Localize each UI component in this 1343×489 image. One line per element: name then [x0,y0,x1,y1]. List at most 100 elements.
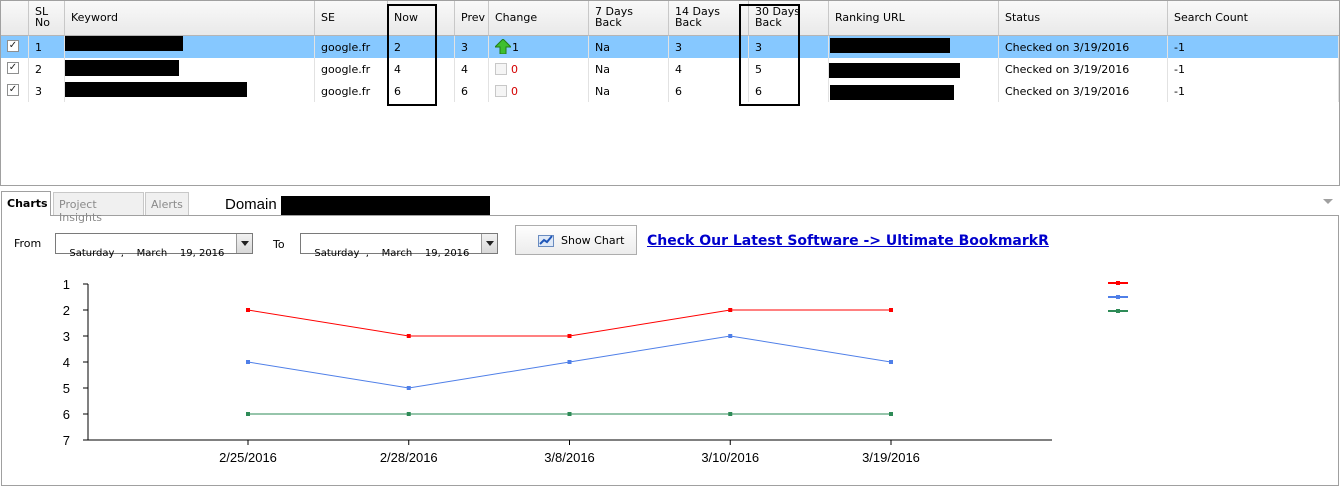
legend-marker [1116,295,1120,299]
series-point [246,412,250,416]
cell-keyword [65,80,315,102]
cell-7-days: Na [589,36,669,58]
cell-keyword [65,36,315,58]
cell-status: Checked on 3/19/2016 [999,58,1168,80]
series-point [567,412,572,416]
x-tick-label: 2/25/2016 [219,450,277,465]
row-checkbox[interactable]: ✓ [7,62,19,74]
cell-se: google.fr [315,58,388,80]
tab-alerts[interactable]: Alerts [145,192,189,215]
table-row[interactable]: ✓ 3 google.fr 6 6 0 Na 6 6 Checked on 3/… [1,80,1339,102]
cell-status: Checked on 3/19/2016 [999,36,1168,58]
cell-14-days: 6 [669,80,749,102]
show-chart-button[interactable]: Show Chart [515,225,637,255]
from-date-value: Saturday , March 19, 2016 [69,248,225,259]
series-point [406,412,411,416]
to-date-dropdown-icon[interactable] [481,234,497,253]
series-point [406,386,411,390]
redacted-url [830,38,950,53]
cell-prev: 3 [455,36,489,58]
x-tick-label: 2/28/2016 [380,450,438,465]
cell-sl-no: 2 [29,58,65,80]
cell-prev: 4 [455,58,489,80]
tab-project-insights[interactable]: Project Insights [53,192,144,224]
header-7-days-back[interactable]: 7 Days Back [589,1,669,36]
series-point [889,308,893,312]
cell-search-count: -1 [1168,58,1339,80]
series-line [247,309,891,337]
series-point [728,412,733,416]
cell-sl-no: 1 [29,36,65,58]
series-point [246,308,250,312]
from-date-picker[interactable]: Saturday , March 19, 2016 [55,233,253,259]
cell-7-days: Na [589,58,669,80]
redacted-url [829,63,960,78]
header-sl-no[interactable]: SL No [29,1,65,36]
y-tick-label: 2 [63,303,70,318]
y-tick-label: 1 [63,277,70,292]
header-select[interactable] [1,1,29,36]
keyword-grid: SL No Keyword SE Now Prev Change 7 Days … [0,0,1340,186]
to-label: To [273,238,285,251]
cell-7-days: Na [589,80,669,102]
header-se[interactable]: SE [315,1,388,36]
cell-14-days: 3 [669,36,749,58]
cell-se: google.fr [315,80,388,102]
series-point [246,360,250,364]
to-date-picker[interactable]: Saturday , March 19, 2016 [300,233,498,259]
header-prev[interactable]: Prev [455,1,489,36]
header-status[interactable]: Status [999,1,1168,36]
legend-marker [1116,309,1120,313]
header-now[interactable]: Now [388,1,455,36]
header-keyword[interactable]: Keyword [65,1,315,36]
to-date-value: Saturday , March 19, 2016 [314,248,470,259]
row-checkbox[interactable]: ✓ [7,84,19,96]
cell-14-days: 4 [669,58,749,80]
series-point [728,308,733,312]
series-point [889,360,893,364]
y-tick-label: 5 [63,381,70,396]
cell-se: google.fr [315,36,388,58]
y-tick-label: 6 [63,407,70,422]
show-chart-label: Show Chart [561,234,625,247]
cell-search-count: -1 [1168,36,1339,58]
row-checkbox[interactable]: ✓ [7,40,19,52]
redacted-domain [281,196,490,215]
header-search-count[interactable]: Search Count [1168,1,1339,36]
legend-marker [1116,281,1120,285]
line-chart-icon [538,235,554,247]
redacted-keyword [65,82,247,97]
series-point [889,412,893,416]
cell-sl-no: 3 [29,80,65,102]
header-30-days-back[interactable]: 30 Days Back [749,1,829,36]
y-tick-label: 4 [63,355,70,370]
no-change-icon [495,63,507,75]
header-14-days-back[interactable]: 14 Days Back [669,1,749,36]
redacted-url [830,85,954,100]
table-row[interactable]: ✓ 2 google.fr 4 4 0 Na 4 5 Checked on 3/… [1,58,1339,80]
domain-label: Domain [225,196,277,213]
green-up-arrow-icon [495,39,511,54]
x-tick-label: 3/8/2016 [544,450,595,465]
series-point [567,334,572,338]
cell-ranking-url [829,36,999,58]
cell-30-days: 5 [749,58,829,80]
change-value: 0 [511,63,518,76]
promo-link[interactable]: Check Our Latest Software -> Ultimate Bo… [647,233,1049,249]
tab-charts[interactable]: Charts [1,191,51,216]
cell-ranking-url [829,80,999,102]
header-change[interactable]: Change [489,1,589,36]
change-value: 1 [512,41,519,54]
table-row[interactable]: ✓ 1 google.fr 2 3 1 Na 3 3 Checked on 3/… [1,36,1339,58]
redacted-keyword [65,36,183,51]
from-label: From [14,237,42,250]
cell-now: 6 [388,80,455,102]
tabs-menu-chevron-icon[interactable] [1323,198,1333,206]
cell-change: 1 [489,36,589,58]
no-change-icon [495,85,507,97]
x-tick-label: 3/19/2016 [862,450,920,465]
cell-now: 4 [388,58,455,80]
cell-search-count: -1 [1168,80,1339,102]
header-ranking-url[interactable]: Ranking URL [829,1,999,36]
from-date-dropdown-icon[interactable] [236,234,252,253]
